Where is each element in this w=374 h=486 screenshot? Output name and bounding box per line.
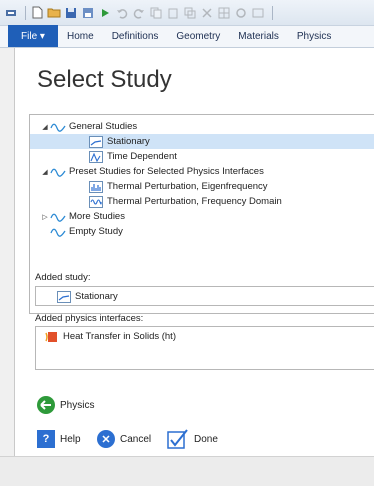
tab-materials[interactable]: Materials	[229, 25, 288, 47]
duplicate-icon[interactable]	[183, 6, 197, 20]
ribbon-tabs: File ▾ Home Definitions Geometry Materia…	[0, 25, 374, 48]
paste-icon[interactable]	[166, 6, 180, 20]
run-icon[interactable]	[98, 6, 112, 20]
tab-definitions[interactable]: Definitions	[103, 25, 168, 47]
file-menu-tab[interactable]: File ▾	[8, 25, 58, 47]
button-label: Cancel	[120, 433, 152, 445]
window-icon[interactable]	[251, 6, 265, 20]
tree-item-label: Thermal Perturbation, Frequency Domain	[107, 196, 282, 207]
tree-item-thermal-eigenfrequency[interactable]: Thermal Perturbation, Eigenfrequency	[30, 179, 374, 194]
button-label: Physics	[60, 399, 95, 411]
toolbar-divider	[25, 5, 26, 20]
added-physics-label: Added physics interfaces:	[35, 313, 144, 324]
tree-item-label: Empty Study	[69, 226, 123, 237]
tree-item-label: Preset Studies for Selected Physics Inte…	[69, 166, 264, 177]
open-folder-icon[interactable]	[47, 6, 61, 20]
study-group-icon	[50, 226, 66, 238]
list-item-label: Stationary	[75, 291, 118, 302]
done-button[interactable]: Done	[167, 428, 218, 450]
study-group-icon	[50, 211, 66, 223]
tree-item-label: General Studies	[69, 121, 138, 132]
status-bar	[0, 456, 374, 486]
tree-item-stationary[interactable]: Stationary	[30, 134, 374, 149]
tree-item-label: Time Dependent	[107, 151, 177, 162]
tree-item-preset-studies[interactable]: ◢ Preset Studies for Selected Physics In…	[30, 164, 374, 179]
select-study-panel: Select Study ◢ General Studies Stationar…	[14, 48, 374, 456]
tree-item-thermal-frequency-domain[interactable]: Thermal Perturbation, Frequency Domain	[30, 194, 374, 209]
frequency-domain-icon	[88, 195, 104, 208]
tab-geometry[interactable]: Geometry	[167, 25, 229, 47]
collapse-icon[interactable]: ◢	[40, 123, 50, 131]
settings-icon[interactable]	[234, 6, 248, 20]
quick-access-toolbar	[0, 0, 374, 26]
toolbar-divider	[272, 5, 273, 20]
page-title: Select Study	[37, 66, 172, 93]
tree-item-label: Stationary	[107, 136, 150, 147]
delete-icon[interactable]	[200, 6, 214, 20]
tab-physics[interactable]: Physics	[288, 25, 340, 47]
study-tree: ◢ General Studies Stationary Time Depend…	[29, 114, 374, 314]
save-as-icon[interactable]	[81, 6, 95, 20]
time-dependent-icon	[88, 150, 104, 163]
button-label: Help	[60, 433, 81, 445]
tree-item-label: Thermal Perturbation, Eigenfrequency	[107, 181, 268, 192]
grid-icon[interactable]	[217, 6, 231, 20]
collapse-icon[interactable]: ◢	[40, 168, 50, 176]
tab-home[interactable]: Home	[58, 25, 103, 47]
list-item[interactable]: Heat Transfer in Solids (ht)	[36, 329, 374, 344]
stationary-study-icon	[88, 135, 104, 148]
expand-icon[interactable]: ▷	[40, 213, 50, 221]
help-icon: ?	[37, 430, 55, 448]
eigenfrequency-icon	[88, 180, 104, 193]
cancel-icon: ✕	[97, 430, 115, 448]
added-physics-list: Heat Transfer in Solids (ht)	[35, 326, 374, 370]
back-to-physics-button[interactable]: Physics	[37, 396, 94, 414]
list-item[interactable]: Stationary	[36, 289, 374, 304]
study-group-icon	[50, 166, 66, 178]
back-arrow-icon	[37, 396, 55, 414]
redo-icon[interactable]	[132, 6, 146, 20]
help-button[interactable]: ? Help	[37, 430, 81, 448]
tree-item-general-studies[interactable]: ◢ General Studies	[30, 119, 374, 134]
added-study-label: Added study:	[35, 272, 91, 283]
save-icon[interactable]	[64, 6, 78, 20]
tree-item-empty-study[interactable]: Empty Study	[30, 224, 374, 239]
checkbox-check-icon	[167, 428, 189, 450]
list-item-label: Heat Transfer in Solids (ht)	[63, 331, 176, 342]
stationary-study-icon	[56, 290, 72, 303]
cancel-button[interactable]: ✕ Cancel	[97, 430, 151, 448]
tree-item-label: More Studies	[69, 211, 125, 222]
copy-icon[interactable]	[149, 6, 163, 20]
tree-item-more-studies[interactable]: ▷ More Studies	[30, 209, 374, 224]
new-file-icon[interactable]	[30, 6, 44, 20]
undo-icon[interactable]	[115, 6, 129, 20]
tree-item-time-dependent[interactable]: Time Dependent	[30, 149, 374, 164]
study-group-icon	[50, 121, 66, 133]
app-menu-icon[interactable]	[4, 6, 18, 20]
heat-transfer-icon	[44, 331, 60, 343]
added-study-list: Stationary	[35, 286, 374, 306]
button-label: Done	[194, 433, 218, 445]
